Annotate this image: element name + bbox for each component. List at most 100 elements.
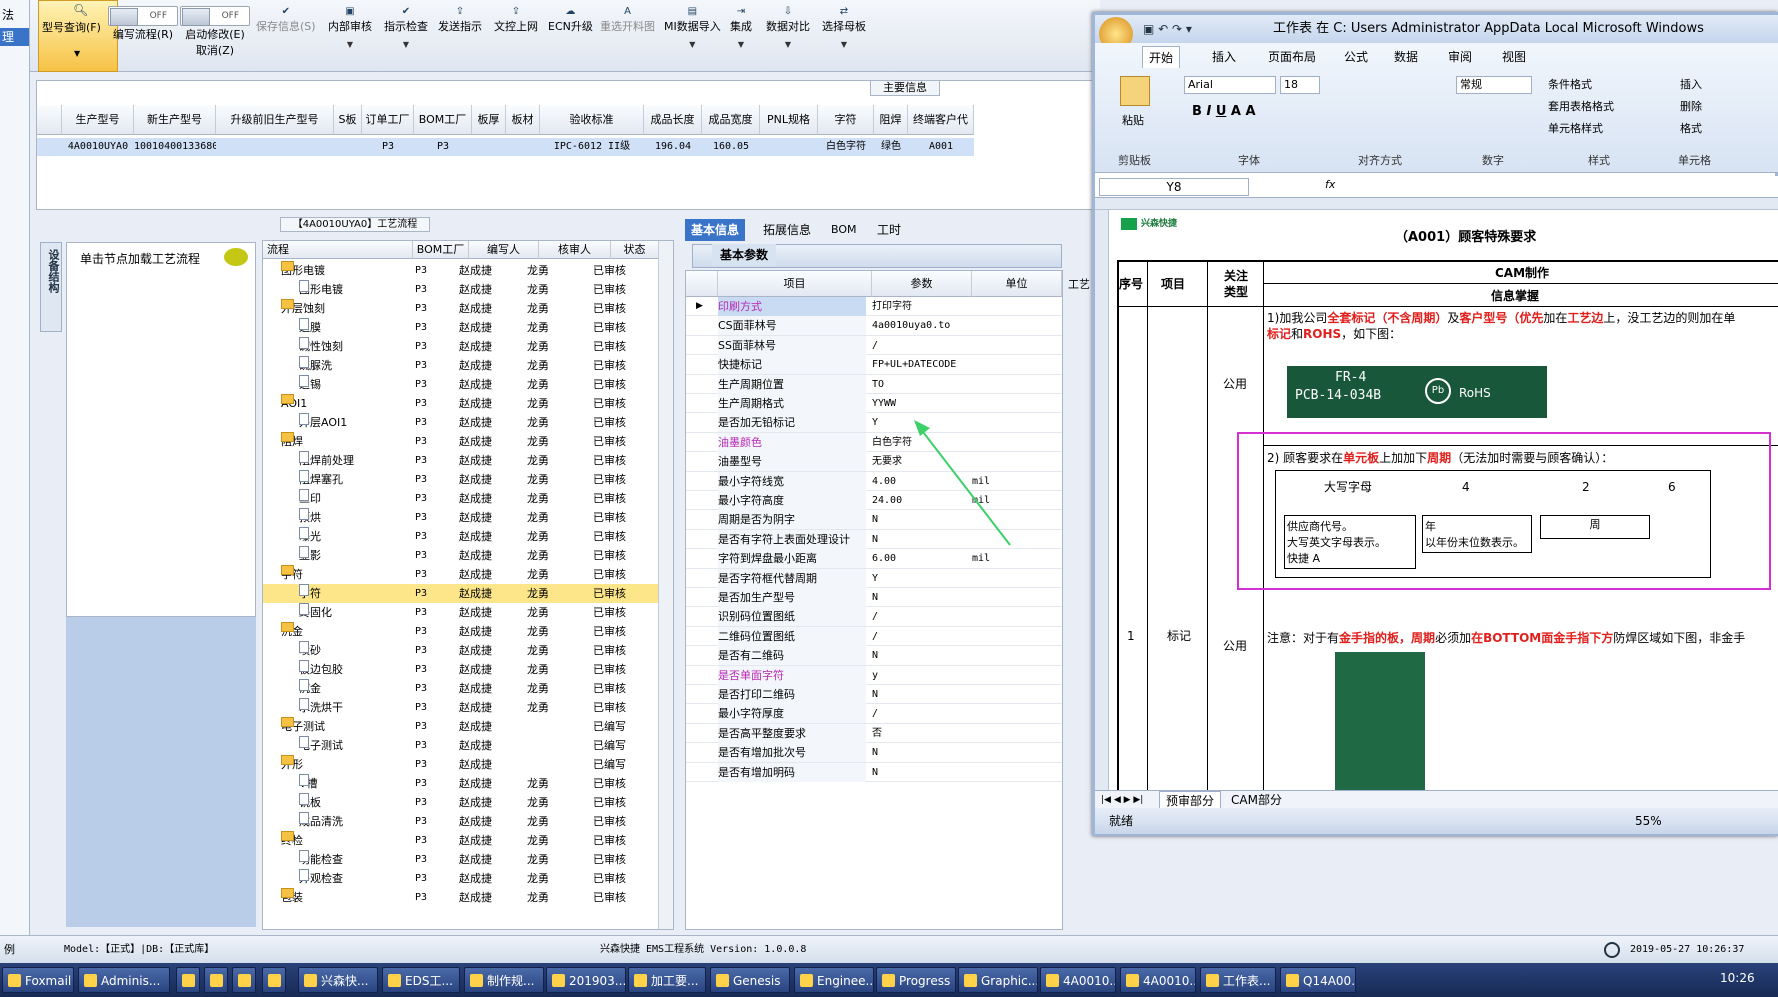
param-row[interactable]: 是否字符框代替周期 Y [686, 568, 1062, 588]
main-col-header[interactable]: 板材 [506, 105, 540, 135]
main-col-header[interactable]: 订单工厂 [362, 105, 414, 135]
number-format-select[interactable]: 常规 [1456, 76, 1532, 94]
start-edit-toggle[interactable]: OFF 启动修改(E) 取消(Z) [180, 6, 250, 58]
param-value[interactable]: FP+UL+DATECODE [872, 355, 1024, 374]
tree-row[interactable]: 阻焊塞孔 P3 赵成捷 龙勇 已审核 [263, 470, 658, 489]
off-toggle[interactable]: OFF [180, 6, 250, 26]
reselect-cut-drawing-button[interactable]: A 重选开料图 [600, 6, 655, 34]
tree-row[interactable]: −字符P3赵成捷龙勇已审核 [263, 565, 658, 584]
paste-label[interactable]: 粘贴 [1122, 112, 1144, 128]
main-row-cell[interactable] [216, 138, 334, 156]
doc-online-button[interactable]: ⇪ 文控上网 [494, 6, 538, 34]
row-selector[interactable] [37, 138, 62, 156]
main-col-header[interactable]: 终端客户代码 [908, 105, 974, 156]
taskbar-item[interactable]: Graphic... [958, 967, 1038, 993]
main-row-cell[interactable]: P3 [414, 138, 472, 156]
taskbar-item[interactable]: 加工要... [628, 967, 706, 993]
tree-row[interactable]: 外观检查 P3 赵成捷 龙勇 已审核 [263, 869, 658, 888]
ribbon-tab-review[interactable]: 审阅 [1448, 46, 1472, 68]
param-row[interactable]: 是否加生产型号 N [686, 588, 1062, 608]
tree-row[interactable]: 板边包胶 P3 赵成捷 龙勇 已审核 [263, 660, 658, 679]
table-format-button[interactable]: 套用表格格式 [1548, 98, 1614, 114]
param-value[interactable]: 打印字符 [872, 297, 1024, 316]
param-row[interactable]: 字符到焊盘最小距离 6.00 mil [686, 549, 1062, 569]
tree-row[interactable]: 功能检查 P3 赵成捷 龙勇 已审核 [263, 850, 658, 869]
tree-row[interactable]: −沉金P3赵成捷龙勇已审核 [263, 622, 658, 641]
param-row[interactable]: CS面菲林号 4a0010uya0.to [686, 316, 1062, 336]
taskbar-item[interactable]: Adminis... [78, 967, 170, 993]
param-col-header[interactable]: 参数 [872, 271, 972, 297]
tree-col-header[interactable]: BOM工厂 [413, 241, 469, 259]
main-col-header[interactable]: S板 [334, 105, 362, 135]
tree-col-header[interactable]: 流程 [263, 241, 413, 259]
main-row-cell[interactable]: 白色字符 [818, 138, 874, 156]
tree-scrollbar[interactable] [658, 241, 673, 929]
main-row-cell[interactable]: 196.04 [644, 138, 702, 156]
main-col-header[interactable]: 生产型号 [62, 105, 134, 135]
basic-params-tab[interactable]: 基本参数 [712, 244, 777, 266]
param-row[interactable]: 是否打印二维码 N [686, 685, 1062, 705]
name-box[interactable]: Y8 [1099, 178, 1249, 196]
main-col-header[interactable]: PNL规格 [760, 105, 818, 135]
param-row[interactable]: 印刷方式 打印字符 ▶ [686, 297, 1062, 317]
param-row[interactable]: 是否有增加明码 N [686, 762, 1062, 782]
main-col-header[interactable]: 字符 [818, 105, 874, 135]
param-value[interactable]: N [872, 588, 1024, 607]
tab-work-hours[interactable]: 工时 [871, 219, 907, 241]
main-col-header[interactable]: 验收标准 [540, 105, 644, 135]
param-value[interactable]: N [872, 763, 1024, 782]
tree-row[interactable]: −包装P3赵成捷龙勇已审核 [263, 888, 658, 907]
main-col-header[interactable]: 成品长度 [644, 105, 702, 135]
param-row[interactable]: 是否高平整度要求否 [686, 723, 1062, 744]
ribbon-tab-formula[interactable]: 公式 [1344, 46, 1368, 68]
param-row[interactable]: 是否有二维码 N [686, 646, 1062, 666]
ribbon-tab-data[interactable]: 数据 [1394, 46, 1418, 68]
font-style-buttons[interactable]: B I U A A [1192, 104, 1256, 119]
tab-extended-info[interactable]: 拓展信息 [757, 219, 817, 241]
delete-cells-button[interactable]: 删除 [1680, 98, 1702, 114]
load-flow-hint[interactable]: 单击节点加载工艺流程 [80, 250, 200, 267]
paste-icon[interactable] [1120, 76, 1150, 106]
zoom-level[interactable]: 55% [1635, 808, 1662, 834]
taskbar-item[interactable] [204, 967, 228, 993]
tree-row[interactable]: 曝光 P3 赵成捷 龙勇 已审核 [263, 527, 658, 546]
main-col-header[interactable]: 板厚 [472, 105, 506, 135]
integrate-button[interactable]: ⇥ 集成 ▼ [730, 6, 752, 49]
font-size-select[interactable]: 18 [1280, 76, 1320, 94]
tree-row[interactable]: 喷砂 P3 赵成捷 龙勇 已审核 [263, 641, 658, 660]
mi-import-button[interactable]: ▤ MI数据导入 ▼ [664, 6, 721, 49]
param-row[interactable]: 最小字符厚度 / [686, 704, 1062, 724]
taskbar-item[interactable]: 工作表... [1200, 967, 1276, 993]
ribbon-tab-home[interactable]: 开始 [1142, 46, 1181, 68]
ribbon-tab-view[interactable]: 视图 [1502, 46, 1526, 68]
tab-bom[interactable]: BOM [825, 219, 863, 241]
ecn-upgrade-button[interactable]: ☁ ECN升级 [548, 6, 593, 34]
param-value[interactable]: N [872, 685, 1024, 704]
taskbar-item[interactable]: 201903... [546, 967, 626, 993]
main-row-cell[interactable]: A001 [908, 138, 974, 156]
taskbar-item[interactable]: 兴森快... [298, 967, 378, 993]
ribbon-tab-layout[interactable]: 页面布局 [1268, 46, 1316, 68]
param-row[interactable]: 生产周期位置 TO [686, 374, 1062, 394]
param-value[interactable]: 4a0010uya0.to [872, 316, 1024, 335]
tree-row[interactable]: 终固化 P3 赵成捷 龙勇 已审核 [263, 603, 658, 622]
param-row[interactable]: 识别码位置图纸 / [686, 607, 1062, 627]
param-col-header[interactable]: 项目 [718, 271, 872, 297]
taskbar-item-foxmail[interactable]: Foxmail [2, 967, 74, 993]
tree-row[interactable]: 图形电镀 P3 赵成捷 龙勇 已审核 [263, 280, 658, 299]
taskbar-clock[interactable]: 10:26 [1720, 971, 1755, 985]
sheet-nav-icon[interactable]: |◀ ◀ ▶ ▶| [1101, 791, 1143, 809]
main-col-header[interactable]: 阻焊 [874, 105, 908, 135]
tree-row[interactable]: 字符 P3 赵成捷 龙勇 已审核 [263, 584, 658, 603]
tree-col-header[interactable]: 核审人 [539, 241, 611, 259]
tree-row[interactable]: 丝印 P3 赵成捷 龙勇 已审核 [263, 489, 658, 508]
model-query-button[interactable]: 🔍︎ 型号查询(F) ▼ [38, 0, 118, 72]
param-value[interactable]: N [872, 646, 1024, 665]
tree-row[interactable]: 退膜 P3 赵成捷 龙勇 已审核 [263, 318, 658, 337]
tree-row[interactable]: 水洗烘干 P3 赵成捷 龙勇 已审核 [263, 698, 658, 717]
main-col-header[interactable]: 新生产型号 [134, 105, 216, 135]
main-row-cell[interactable]: 4A0010UYA0 [62, 138, 134, 156]
taskbar-item[interactable]: 制作规... [464, 967, 544, 993]
send-instruction-button[interactable]: ⇪ 发送指示 [438, 6, 482, 34]
param-value[interactable]: / [872, 704, 1024, 723]
